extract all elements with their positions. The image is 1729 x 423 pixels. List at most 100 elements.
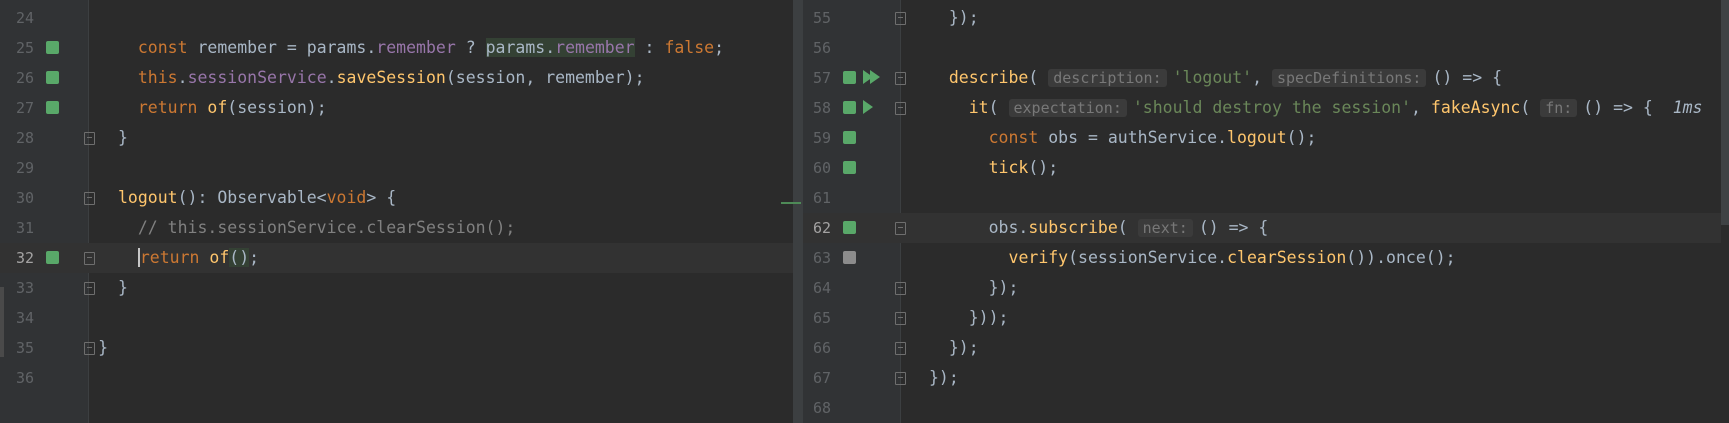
code-text[interactable]: } <box>98 333 108 363</box>
line-number[interactable]: 58 <box>803 93 831 123</box>
code-text[interactable]: // this.sessionService.clearSession(); <box>138 213 516 243</box>
fold-icon[interactable] <box>84 282 95 295</box>
line-number[interactable]: 67 <box>803 363 831 393</box>
line-number[interactable]: 57 <box>803 63 831 93</box>
line-number[interactable]: 66 <box>803 333 831 363</box>
code-line[interactable]: 55}); <box>803 3 1729 33</box>
code-line[interactable]: 65})); <box>803 303 1729 333</box>
fold-icon[interactable] <box>84 342 95 355</box>
code-line[interactable]: 61 <box>803 183 1729 213</box>
code-text[interactable]: }); <box>929 363 959 393</box>
run-icon[interactable] <box>863 100 873 114</box>
line-number[interactable]: 60 <box>803 153 831 183</box>
fold-icon[interactable] <box>84 192 95 205</box>
line-number[interactable]: 68 <box>803 393 831 423</box>
line-number[interactable]: 25 <box>0 33 34 63</box>
line-number[interactable]: 36 <box>0 363 34 393</box>
vcs-change-marker-icon[interactable] <box>46 41 59 54</box>
code-line[interactable]: 27 return of(session); <box>0 93 793 123</box>
code-line[interactable]: 32 return of(); <box>0 243 793 273</box>
split-divider[interactable] <box>781 0 803 423</box>
line-number[interactable]: 28 <box>0 123 34 153</box>
code-line[interactable]: 64}); <box>803 273 1729 303</box>
fold-icon[interactable] <box>84 132 95 145</box>
code-text[interactable]: logout(): Observable<void> { <box>118 183 396 213</box>
code-line[interactable]: 56 <box>803 33 1729 63</box>
code-line[interactable]: 26 this.sessionService.saveSession(sessio… <box>0 63 793 93</box>
line-number[interactable]: 62 <box>803 213 831 243</box>
vcs-change-marker-icon[interactable] <box>46 251 59 264</box>
fold-icon[interactable] <box>895 372 906 385</box>
line-number[interactable]: 33 <box>0 273 34 303</box>
vcs-change-marker-icon[interactable] <box>843 221 856 234</box>
code-text[interactable]: it( expectation:'should destroy the sess… <box>969 93 1703 123</box>
code-text[interactable]: return of(); <box>137 243 259 273</box>
code-text[interactable]: } <box>118 123 128 153</box>
code-line[interactable]: 28} <box>0 123 793 153</box>
line-number[interactable]: 31 <box>0 213 34 243</box>
code-line[interactable]: 68 <box>803 393 1729 423</box>
code-text[interactable]: }); <box>949 333 979 363</box>
line-number[interactable]: 29 <box>0 153 34 183</box>
line-number[interactable]: 30 <box>0 183 34 213</box>
line-number[interactable]: 56 <box>803 33 831 63</box>
line-number[interactable]: 24 <box>0 3 34 33</box>
fold-icon[interactable] <box>895 72 906 85</box>
code-line[interactable]: 24 <box>0 3 793 33</box>
line-number[interactable]: 63 <box>803 243 831 273</box>
line-number[interactable]: 27 <box>0 93 34 123</box>
code-line[interactable]: 29 <box>0 153 793 183</box>
code-line[interactable]: 66}); <box>803 333 1729 363</box>
line-number[interactable]: 65 <box>803 303 831 333</box>
code-line[interactable]: 25 const remember = params.remember ? par… <box>0 33 793 63</box>
code-line[interactable]: 30 logout(): Observable<void> { <box>0 183 793 213</box>
vcs-change-marker-icon[interactable] <box>843 131 856 144</box>
line-number[interactable]: 32 <box>0 243 34 273</box>
code-text[interactable]: const obs = authService.logout(); <box>989 123 1317 153</box>
vcs-change-marker-icon[interactable] <box>843 161 856 174</box>
scrollbar-thumb[interactable] <box>1721 0 1729 225</box>
code-line[interactable]: 60 tick(); <box>803 153 1729 183</box>
fold-icon[interactable] <box>895 312 906 325</box>
code-text[interactable]: obs.subscribe( next: () => { <box>989 213 1268 243</box>
line-number[interactable]: 26 <box>0 63 34 93</box>
line-number[interactable]: 64 <box>803 273 831 303</box>
fold-icon[interactable] <box>895 222 906 235</box>
line-number[interactable]: 34 <box>0 303 34 333</box>
vcs-change-marker-icon[interactable] <box>46 101 59 114</box>
fold-icon[interactable] <box>895 12 906 25</box>
line-number[interactable]: 59 <box>803 123 831 153</box>
code-line[interactable]: 35} <box>0 333 793 363</box>
code-text[interactable]: return of(session); <box>138 93 327 123</box>
fold-icon[interactable] <box>895 342 906 355</box>
left-editor-pane[interactable]: 24 25 const remember = params.remember ? p… <box>0 0 793 423</box>
code-text[interactable]: describe( description: 'logout', specDefi… <box>949 63 1502 93</box>
run-all-icon[interactable] <box>870 70 880 84</box>
code-text[interactable]: })); <box>969 303 1009 333</box>
code-text[interactable]: }); <box>989 273 1019 303</box>
code-text[interactable]: } <box>118 273 128 303</box>
fold-icon[interactable] <box>84 252 95 265</box>
vcs-change-marker-icon[interactable] <box>843 251 856 264</box>
line-number[interactable]: 55 <box>803 3 831 33</box>
line-number[interactable]: 61 <box>803 183 831 213</box>
code-text[interactable]: const remember = params.remember ? param… <box>138 33 724 63</box>
code-line[interactable]: 59 const obs = authService.logout(); <box>803 123 1729 153</box>
code-line[interactable]: 33} <box>0 273 793 303</box>
vcs-change-marker-icon[interactable] <box>843 101 856 114</box>
fold-icon[interactable] <box>895 102 906 115</box>
code-text[interactable]: verify(sessionService.clearSession()).on… <box>1009 243 1456 273</box>
code-text[interactable]: tick(); <box>989 153 1059 183</box>
code-line[interactable]: 31 // this.sessionService.clearSession(); <box>0 213 793 243</box>
code-text[interactable]: this.sessionService.saveSession(session,… <box>138 63 645 93</box>
code-line[interactable]: 34 <box>0 303 793 333</box>
right-editor-pane[interactable]: 55}); 56 57 describe( description:'logout',… <box>803 0 1729 423</box>
code-text[interactable]: }); <box>949 3 979 33</box>
code-line[interactable]: 67}); <box>803 363 1729 393</box>
vcs-change-marker-icon[interactable] <box>46 71 59 84</box>
code-line[interactable]: 58 it( expectation:'should destroy the se… <box>803 93 1729 123</box>
code-line[interactable]: 57 describe( description: 'logout', specDe… <box>803 63 1729 93</box>
code-line[interactable]: 63 verify(sessionService.clearSession()).… <box>803 243 1729 273</box>
code-line[interactable]: 62 obs.subscribe( next: () => { <box>803 213 1729 243</box>
line-number[interactable]: 35 <box>0 333 34 363</box>
